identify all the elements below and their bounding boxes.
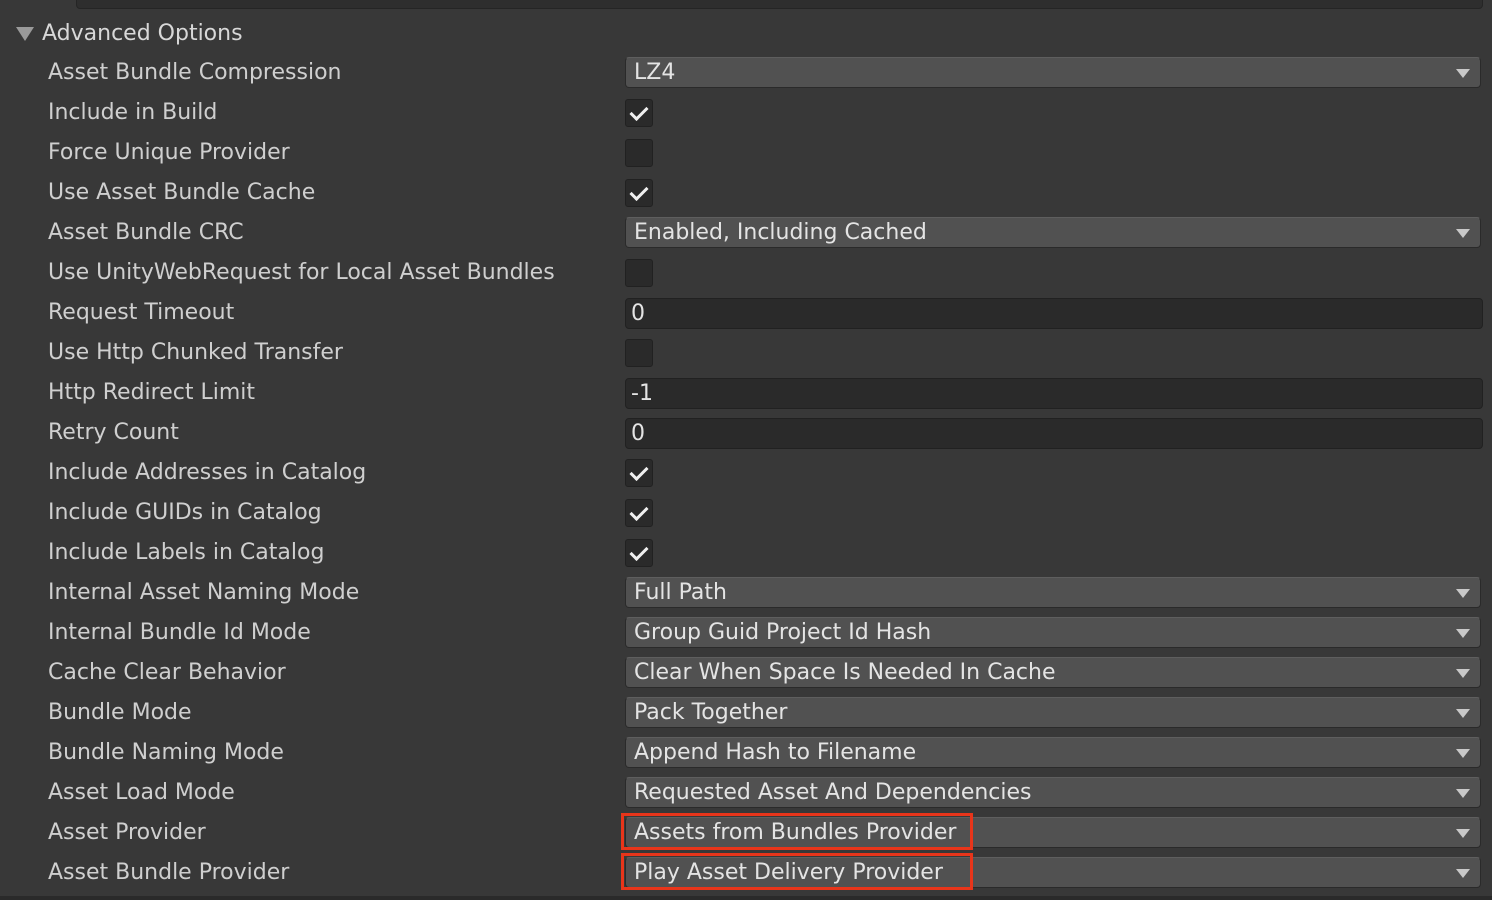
setting-label: Include Addresses in Catalog xyxy=(48,460,367,485)
setting-label: Use Http Chunked Transfer xyxy=(48,340,343,365)
dropdown-arrow-icon xyxy=(1456,629,1470,638)
setting-label: Asset Bundle Compression xyxy=(48,60,342,85)
dropdown-value: Pack Together xyxy=(634,700,788,725)
setting-row-include-guids-in-catalog: Include GUIDs in Catalog xyxy=(0,493,1492,533)
setting-label: Internal Asset Naming Mode xyxy=(48,580,360,605)
setting-label: Request Timeout xyxy=(48,300,235,325)
setting-row-use-unitywebrequest-for-local-asset-bundles: Use UnityWebRequest for Local Asset Bund… xyxy=(0,253,1492,293)
setting-row-internal-bundle-id-mode: Internal Bundle Id Mode Group Guid Projec… xyxy=(0,613,1492,653)
setting-label: Http Redirect Limit xyxy=(48,380,256,405)
include-in-build-checkbox[interactable] xyxy=(625,99,653,127)
force-unique-provider-checkbox[interactable] xyxy=(625,139,653,167)
internal-asset-naming-mode-dropdown[interactable]: Full Path xyxy=(625,577,1481,608)
dropdown-arrow-icon xyxy=(1456,669,1470,678)
dropdown-value: Enabled, Including Cached xyxy=(634,220,927,245)
include-guids-in-catalog-checkbox[interactable] xyxy=(625,499,653,527)
use-http-chunked-transfer-checkbox[interactable] xyxy=(625,339,653,367)
setting-label: Cache Clear Behavior xyxy=(48,660,286,685)
bundle-naming-mode-dropdown[interactable]: Append Hash to Filename xyxy=(625,737,1481,768)
dropdown-arrow-icon xyxy=(1456,869,1470,878)
asset-provider-dropdown[interactable]: Assets from Bundles Provider xyxy=(625,817,1481,848)
dropdown-value: Play Asset Delivery Provider xyxy=(634,860,943,885)
setting-label: Force Unique Provider xyxy=(48,140,290,165)
use-asset-bundle-cache-checkbox[interactable] xyxy=(625,179,653,207)
asset-bundle-compression-dropdown[interactable]: LZ4 xyxy=(625,57,1481,88)
setting-label: Use UnityWebRequest for Local Asset Bund… xyxy=(48,260,555,285)
dropdown-arrow-icon xyxy=(1456,69,1470,78)
setting-label: Include GUIDs in Catalog xyxy=(48,500,322,525)
internal-bundle-id-mode-dropdown[interactable]: Group Guid Project Id Hash xyxy=(625,617,1481,648)
field-value: -1 xyxy=(631,381,653,406)
setting-label: Asset Provider xyxy=(48,820,206,845)
dropdown-arrow-icon xyxy=(1456,789,1470,798)
dropdown-arrow-icon xyxy=(1456,829,1470,838)
checkmark-icon xyxy=(629,181,649,202)
foldout-triangle-icon[interactable] xyxy=(16,27,34,41)
dropdown-arrow-icon xyxy=(1456,229,1470,238)
cache-clear-behavior-dropdown[interactable]: Clear When Space Is Needed In Cache xyxy=(625,657,1481,688)
dropdown-value: Clear When Space Is Needed In Cache xyxy=(634,660,1056,685)
field-value: 0 xyxy=(631,421,645,446)
setting-row-bundle-naming-mode: Bundle Naming Mode Append Hash to Filenam… xyxy=(0,733,1492,773)
checkmark-icon xyxy=(629,461,649,482)
dropdown-value: Assets from Bundles Provider xyxy=(634,820,957,845)
setting-row-include-addresses-in-catalog: Include Addresses in Catalog xyxy=(0,453,1492,493)
checkmark-icon xyxy=(629,501,649,522)
checkmark-icon xyxy=(629,101,649,122)
field-value: 0 xyxy=(631,301,645,326)
setting-row-asset-provider: Asset Provider Assets from Bundles Provid… xyxy=(0,813,1492,853)
setting-row-request-timeout: Request Timeout 0 xyxy=(0,293,1492,333)
setting-row-include-labels-in-catalog: Include Labels in Catalog xyxy=(0,533,1492,573)
bundle-mode-dropdown[interactable]: Pack Together xyxy=(625,697,1481,728)
include-labels-in-catalog-checkbox[interactable] xyxy=(625,539,653,567)
setting-label: Include Labels in Catalog xyxy=(48,540,325,565)
retry-count-field[interactable]: 0 xyxy=(625,418,1483,449)
setting-row-asset-bundle-crc: Asset Bundle CRC Enabled, Including Cache… xyxy=(0,213,1492,253)
inspector-panel: Advanced Options Asset Bundle Compressio… xyxy=(0,0,1492,900)
dropdown-arrow-icon xyxy=(1456,749,1470,758)
setting-row-asset-load-mode: Asset Load Mode Requested Asset And Depen… xyxy=(0,773,1492,813)
dropdown-arrow-icon xyxy=(1456,709,1470,718)
top-field[interactable] xyxy=(76,0,1483,9)
setting-row-include-in-build: Include in Build xyxy=(0,93,1492,133)
setting-row-bundle-mode: Bundle Mode Pack Together xyxy=(0,693,1492,733)
setting-row-asset-bundle-compression: Asset Bundle Compression LZ4 xyxy=(0,53,1492,93)
setting-row-http-redirect-limit: Http Redirect Limit -1 xyxy=(0,373,1492,413)
advanced-options-foldout[interactable]: Advanced Options xyxy=(16,16,243,50)
setting-row-use-asset-bundle-cache: Use Asset Bundle Cache xyxy=(0,173,1492,213)
dropdown-value: Group Guid Project Id Hash xyxy=(634,620,932,645)
dropdown-value: Full Path xyxy=(634,580,727,605)
setting-label: Asset Load Mode xyxy=(48,780,235,805)
setting-row-asset-bundle-provider: Asset Bundle Provider Play Asset Delivery… xyxy=(0,853,1492,893)
asset-load-mode-dropdown[interactable]: Requested Asset And Dependencies xyxy=(625,777,1481,808)
include-addresses-in-catalog-checkbox[interactable] xyxy=(625,459,653,487)
setting-label: Bundle Naming Mode xyxy=(48,740,284,765)
setting-label: Retry Count xyxy=(48,420,179,445)
setting-label: Include in Build xyxy=(48,100,218,125)
dropdown-value: Requested Asset And Dependencies xyxy=(634,780,1032,805)
setting-label: Use Asset Bundle Cache xyxy=(48,180,316,205)
bottom-divider xyxy=(0,896,1492,900)
request-timeout-field[interactable]: 0 xyxy=(625,298,1483,329)
setting-row-use-http-chunked-transfer: Use Http Chunked Transfer xyxy=(0,333,1492,373)
dropdown-arrow-icon xyxy=(1456,589,1470,598)
setting-row-internal-asset-naming-mode: Internal Asset Naming Mode Full Path xyxy=(0,573,1492,613)
foldout-label: Advanced Options xyxy=(42,20,243,46)
setting-row-retry-count: Retry Count 0 xyxy=(0,413,1492,453)
dropdown-value: LZ4 xyxy=(634,60,676,85)
setting-row-force-unique-provider: Force Unique Provider xyxy=(0,133,1492,173)
setting-label: Asset Bundle Provider xyxy=(48,860,290,885)
setting-label: Internal Bundle Id Mode xyxy=(48,620,311,645)
setting-row-cache-clear-behavior: Cache Clear Behavior Clear When Space Is … xyxy=(0,653,1492,693)
setting-label: Bundle Mode xyxy=(48,700,192,725)
use-unitywebrequest-for-local-asset-bundles-checkbox[interactable] xyxy=(625,259,653,287)
http-redirect-limit-field[interactable]: -1 xyxy=(625,378,1483,409)
checkmark-icon xyxy=(629,541,649,562)
dropdown-value: Append Hash to Filename xyxy=(634,740,917,765)
asset-bundle-crc-dropdown[interactable]: Enabled, Including Cached xyxy=(625,217,1481,248)
setting-label: Asset Bundle CRC xyxy=(48,220,244,245)
asset-bundle-provider-dropdown[interactable]: Play Asset Delivery Provider xyxy=(625,857,1481,888)
